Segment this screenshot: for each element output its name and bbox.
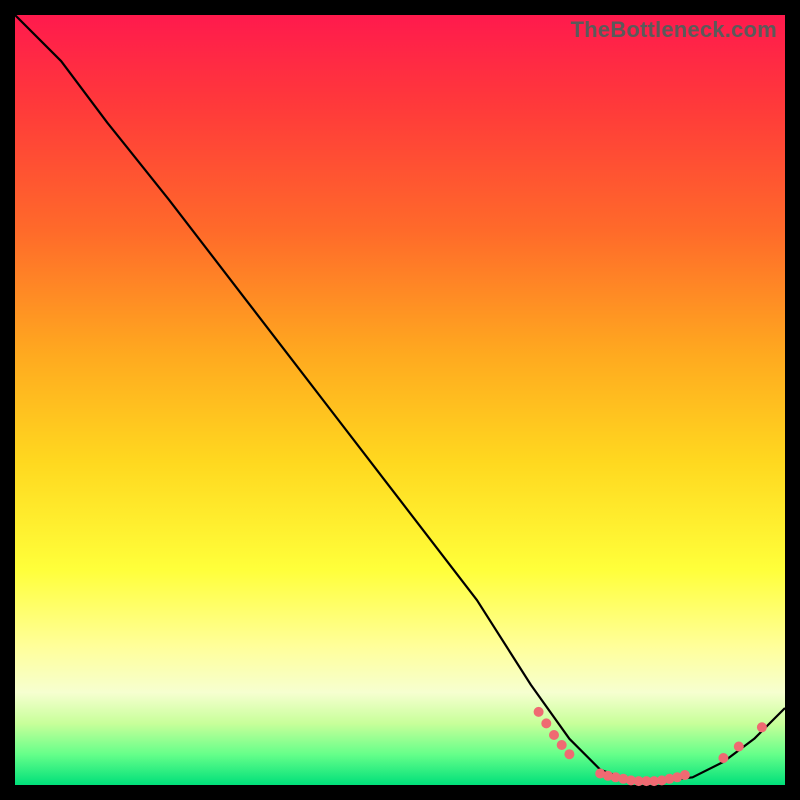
chart-svg [15, 15, 785, 785]
curve-marker [734, 742, 744, 752]
curve-marker [534, 707, 544, 717]
bottleneck-curve [15, 15, 785, 781]
plot-area: TheBottleneck.com [15, 15, 785, 785]
marker-group [534, 707, 767, 786]
curve-marker [541, 718, 551, 728]
curve-marker [757, 722, 767, 732]
chart-frame: TheBottleneck.com [0, 0, 800, 800]
curve-marker [557, 740, 567, 750]
curve-marker [680, 770, 690, 780]
curve-marker [549, 730, 559, 740]
curve-marker [718, 753, 728, 763]
curve-marker [564, 749, 574, 759]
